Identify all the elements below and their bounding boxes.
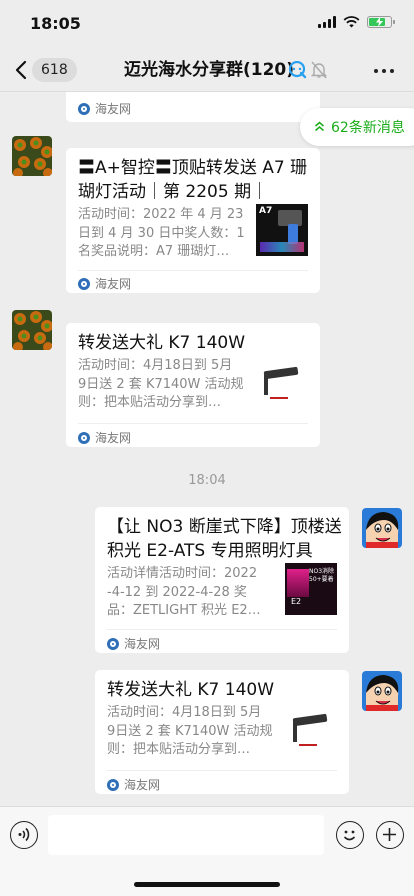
battery-icon [367, 16, 395, 28]
haiyou-logo-icon [78, 102, 90, 115]
cartoon-avatar-icon [362, 671, 402, 711]
card-description: 活动时间：4月18日到 5月 9日送 2 套 K7140W 活动规 则：把本贴活… [107, 705, 273, 757]
more-icon[interactable] [374, 69, 394, 73]
chat-title: 迈光海水分享群(120) [124, 60, 295, 80]
divider [107, 770, 337, 771]
card-title: 〓A+智控〓顶贴转发送 A7 珊 瑚灯活动｜第 2205 期｜ [78, 158, 308, 202]
status-icons [318, 16, 395, 28]
link-card[interactable]: 转发送大礼 K7 140W 活动时间：4月18日到 5月 9日送 2 套 K71… [95, 670, 349, 794]
source-label: 海友网 [78, 275, 131, 292]
new-messages-label: 62条新消息 [331, 120, 405, 136]
card-title: 转发送大礼 K7 140W [78, 333, 246, 353]
coral-avatar-icon [12, 136, 52, 176]
card-title: 转发送大礼 K7 140W [107, 680, 275, 700]
card-thumbnail [256, 357, 308, 409]
link-card[interactable]: 转发送大礼 K7 140W 活动时间：4月18日到 5月 9日送 2 套 K71… [66, 323, 320, 447]
card-description: 活动详情活动时间：2022 -4-12 到 2022-4-28 奖 品：ZETL… [107, 566, 261, 618]
haiyou-logo-icon [107, 778, 119, 791]
coral-avatar-icon [12, 310, 52, 350]
source-label: 海友网 [107, 635, 160, 652]
message-input[interactable] [48, 815, 324, 855]
message-timestamp: 18:04 [188, 473, 226, 488]
link-card[interactable]: 〓A+智控〓顶贴转发送 A7 珊 瑚灯活动｜第 2205 期｜ 活动时间：202… [66, 148, 320, 293]
divider [78, 423, 308, 424]
emoji-icon[interactable] [336, 821, 364, 849]
chat-header: 618 迈光海水分享群(120) [0, 48, 414, 92]
card-description: 活动时间：4月18日到 5月 9日送 2 套 K7140W 活动规 则：把本贴活… [78, 358, 244, 410]
divider [78, 270, 308, 271]
link-card[interactable]: 海友网 [66, 92, 320, 122]
card-description: 活动时间：2022 年 4 月 23 日到 4 月 30 日中奖人数：1 名奖品… [78, 207, 245, 259]
my-avatar[interactable] [362, 508, 402, 548]
wifi-icon [343, 16, 360, 28]
card-thumbnail [285, 704, 337, 756]
haiyou-logo-icon [78, 277, 90, 290]
mute-icon [311, 61, 327, 79]
quan-icon [288, 61, 307, 79]
home-indicator [134, 882, 280, 887]
unread-count-badge[interactable]: 618 [32, 58, 77, 82]
haiyou-logo-icon [78, 431, 90, 444]
card-thumbnail: A7 [256, 204, 308, 256]
card-title: 【让 NO3 断崖式下降】顶楼送 积光 E2-ATS 专用照明灯具 [107, 517, 342, 561]
haiyou-logo-icon [107, 637, 119, 650]
new-messages-button[interactable]: 62条新消息 [300, 108, 414, 146]
source-label: 海友网 [78, 100, 131, 117]
status-time: 18:05 [30, 14, 81, 33]
link-card[interactable]: 【让 NO3 断崖式下降】顶楼送 积光 E2-ATS 专用照明灯具 活动详情活动… [95, 507, 349, 653]
status-bar: 18:05 [0, 0, 414, 48]
plus-icon[interactable] [376, 821, 404, 849]
voice-icon[interactable] [10, 821, 38, 849]
cellular-signal-icon [318, 16, 336, 28]
divider [107, 629, 337, 630]
source-label: 海友网 [78, 429, 131, 446]
avatar[interactable] [12, 310, 52, 350]
avatar[interactable] [12, 136, 52, 176]
source-label: 海友网 [107, 776, 160, 793]
cartoon-avatar-icon [362, 508, 402, 548]
card-thumbnail: NO3消除 50+要着 E2 [285, 563, 337, 615]
double-chevron-up-icon [314, 121, 325, 134]
my-avatar[interactable] [362, 671, 402, 711]
back-icon[interactable] [14, 60, 28, 80]
